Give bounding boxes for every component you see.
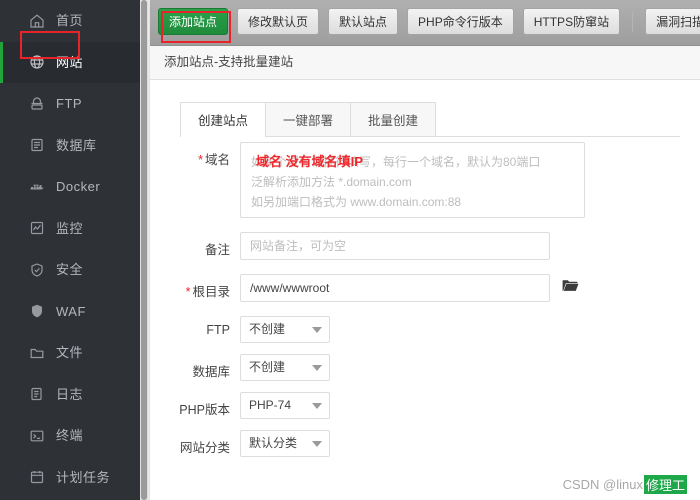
form-row-database: 数据库 不创建: [150, 354, 700, 381]
watermark-tag: 修理工: [643, 475, 687, 494]
root-dir-input[interactable]: /www/wwwroot: [240, 274, 550, 302]
php-version-select[interactable]: PHP-74: [240, 392, 330, 419]
domain-annotation: 域名 没有域名填IP: [256, 154, 363, 169]
sidebar-item-label: 终端: [56, 428, 84, 444]
database-select-value: 不创建: [249, 360, 286, 374]
globe-icon: [28, 53, 46, 71]
add-site-modal: 添加站点 修改默认页 默认站点 PHP命令行版本 HTTPS防窜站 漏洞扫描 ✕…: [150, 0, 700, 500]
sidebar: 首页 网站 FTP 数据库 Docker 监控 安全 WAF 文件 日志 终端 …: [0, 0, 140, 500]
php-version-select-value: PHP-74: [249, 398, 292, 412]
sidebar-item-label: 安全: [56, 262, 84, 278]
monitor-icon: [28, 219, 46, 237]
sidebar-item-label: 计划任务: [56, 469, 111, 485]
docker-icon: [28, 178, 46, 196]
modal-body: 创建站点 一键部署 批量创建 * 域名 如多个域名请换行填写，每行一个域名，默认为…: [150, 80, 700, 500]
remark-input[interactable]: 网站备注，可为空: [240, 232, 550, 260]
tab-batch-create[interactable]: 批量创建: [350, 102, 437, 136]
sidebar-item-label: WAF: [56, 303, 86, 319]
add-site-button-wrapper: 添加站点: [158, 8, 231, 43]
domain-label: 域名: [204, 153, 230, 167]
sidebar-item-label: 首页: [56, 13, 84, 29]
chevron-down-icon: [312, 327, 322, 333]
home-icon: [28, 12, 46, 30]
form-row-domain: * 域名 如多个域名请换行填写，每行一个域名，默认为80端口 泛解析添加方法 *.…: [150, 142, 700, 218]
sidebar-item-docker[interactable]: Docker: [0, 166, 140, 208]
ftp-label: FTP: [206, 323, 230, 337]
tab-bar: 创建站点 一键部署 批量创建: [180, 102, 680, 137]
form-row-root-dir: * 根目录 /www/wwwroot: [150, 274, 700, 302]
calendar-icon: [28, 468, 46, 486]
site-category-label: 网站分类: [179, 441, 230, 455]
sidebar-item-terminal[interactable]: 终端: [0, 415, 140, 457]
domain-placeholder-line-3: 如另加端口格式为 www.domain.com:88: [251, 195, 462, 209]
required-marker: *: [185, 285, 191, 299]
folder-icon: [28, 344, 46, 362]
sidebar-item-logs[interactable]: 日志: [0, 374, 140, 416]
required-marker: *: [198, 153, 203, 167]
database-select[interactable]: 不创建: [240, 354, 330, 381]
sidebar-item-label: Docker: [56, 179, 101, 195]
https-anti-hijack-button[interactable]: HTTPS防窜站: [522, 8, 621, 35]
sidebar-item-files[interactable]: 文件: [0, 332, 140, 374]
sidebar-item-label: 文件: [56, 345, 84, 361]
sidebar-item-waf[interactable]: WAF: [0, 291, 140, 333]
sidebar-item-label: FTP: [56, 96, 83, 112]
tab-create-site[interactable]: 创建站点: [180, 102, 267, 137]
ftp-icon: [28, 95, 46, 113]
sidebar-item-website[interactable]: 网站: [0, 41, 140, 83]
sidebar-item-label: 网站: [56, 54, 84, 70]
site-category-select[interactable]: 默认分类: [240, 430, 330, 457]
app-root: 首页 网站 FTP 数据库 Docker 监控 安全 WAF 文件 日志 终端 …: [0, 0, 700, 500]
domain-label-wrap: * 域名: [150, 142, 240, 168]
modal-subtitle: 添加站点-支持批量建站: [150, 46, 700, 80]
ftp-select-value: 不创建: [249, 322, 286, 336]
php-version-label: PHP版本: [179, 403, 230, 417]
toolbar-separator: [632, 11, 634, 32]
tab-one-click-deploy[interactable]: 一键部署: [265, 102, 352, 136]
form-row-remark: 备注 网站备注，可为空: [150, 232, 700, 260]
add-site-button[interactable]: 添加站点: [158, 8, 229, 35]
sidebar-item-security[interactable]: 安全: [0, 249, 140, 291]
root-dir-label-wrap: * 根目录: [150, 274, 240, 300]
form-row-site-category: 网站分类 默认分类: [150, 430, 700, 457]
form-row-php-version: PHP版本 PHP-74: [150, 392, 700, 419]
database-label: 数据库: [192, 365, 230, 379]
folder-open-icon[interactable]: [562, 278, 579, 298]
sidebar-item-label: 监控: [56, 220, 84, 236]
create-site-form: * 域名 如多个域名请换行填写，每行一个域名，默认为80端口 泛解析添加方法 *.…: [150, 142, 700, 468]
watermark-prefix: CSDN @linux: [562, 477, 643, 492]
waf-shield-icon: [28, 302, 46, 320]
sidebar-item-database[interactable]: 数据库: [0, 125, 140, 167]
sidebar-item-label: 数据库: [56, 137, 97, 153]
sidebar-item-home[interactable]: 首页: [0, 0, 140, 42]
work-area: 添加站点 修改默认页 默认站点 PHP命令行版本 HTTPS防窜站 漏洞扫描 ✕…: [140, 0, 700, 500]
chevron-down-icon: [312, 403, 322, 409]
chevron-down-icon: [312, 441, 322, 447]
database-icon: [28, 136, 46, 154]
domain-textarea[interactable]: 如多个域名请换行填写，每行一个域名，默认为80端口 泛解析添加方法 *.doma…: [240, 142, 585, 218]
sidebar-item-monitor[interactable]: 监控: [0, 208, 140, 250]
domain-placeholder-line-2: 泛解析添加方法 *.domain.com: [251, 175, 412, 189]
root-dir-label: 根目录: [192, 285, 230, 299]
vulnerability-scan-button[interactable]: 漏洞扫描: [645, 8, 700, 35]
sidebar-item-ftp[interactable]: FTP: [0, 83, 140, 125]
edit-default-page-button[interactable]: 修改默认页: [237, 8, 320, 35]
page-scrollbar-thumb[interactable]: [141, 0, 147, 500]
sidebar-item-cron[interactable]: 计划任务: [0, 457, 140, 499]
ftp-select[interactable]: 不创建: [240, 316, 330, 343]
form-row-ftp: FTP 不创建: [150, 316, 700, 343]
chevron-down-icon: [312, 365, 322, 371]
remark-label: 备注: [204, 243, 230, 257]
php-cli-version-button[interactable]: PHP命令行版本: [407, 8, 514, 35]
page-scrollbar[interactable]: [140, 0, 148, 500]
site-category-select-value: 默认分类: [249, 436, 298, 450]
shield-icon: [28, 261, 46, 279]
sidebar-item-label: 日志: [56, 386, 84, 402]
default-site-button[interactable]: 默认站点: [328, 8, 399, 35]
log-icon: [28, 385, 46, 403]
watermark: CSDN @linux 修理工: [563, 475, 687, 494]
toolbar-button-row: 添加站点 修改默认页 默认站点 PHP命令行版本 HTTPS防窜站 漏洞扫描: [158, 8, 700, 43]
terminal-icon: [28, 427, 46, 445]
modal-toolbar: 添加站点 修改默认页 默认站点 PHP命令行版本 HTTPS防窜站 漏洞扫描 ✕: [150, 0, 700, 46]
